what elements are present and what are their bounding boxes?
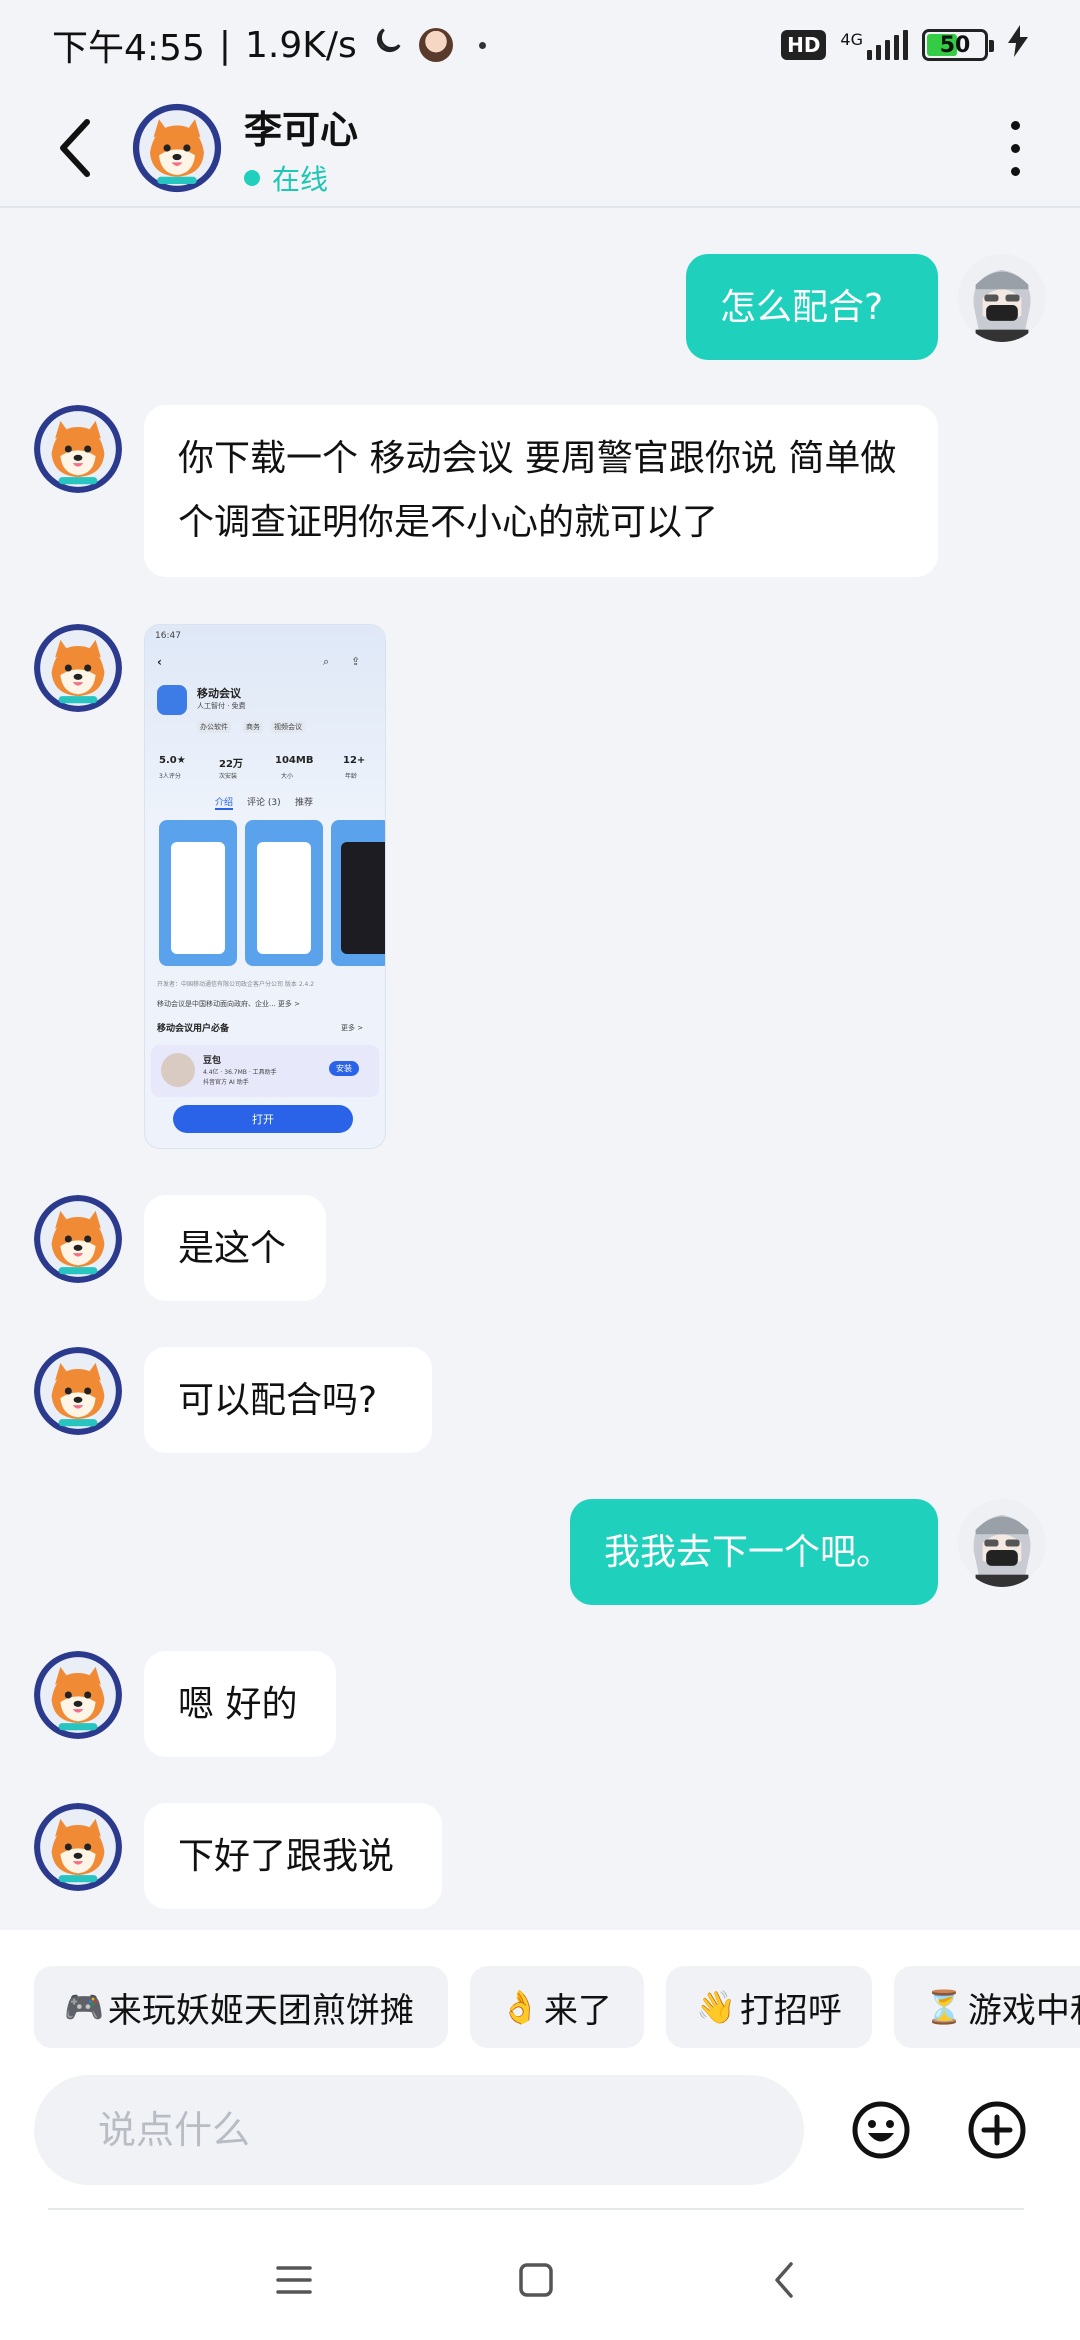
preview-screenshot: [331, 820, 385, 966]
preview-open-button: 打开: [173, 1105, 353, 1133]
status-separator: |: [218, 24, 231, 66]
preview-tag: 商务: [243, 721, 263, 733]
preview-screenshot: [159, 820, 237, 966]
preview-tag: 办公软件: [197, 721, 231, 733]
preview-tab: 介绍: [215, 795, 234, 810]
preview-rec-meta: 4.4亿 · 36.7MB · 工具助手: [203, 1069, 277, 1076]
waving-hand-icon: 👋: [696, 1988, 736, 2026]
preview-desc: 移动会议是中国移动面向政府、企业... 更多 >: [157, 1000, 300, 1008]
menu-button[interactable]: [264, 2250, 324, 2310]
home-button[interactable]: [506, 2250, 566, 2310]
back-button[interactable]: [40, 113, 110, 183]
quick-reply-bar: 🎮 来玩妖姬天团煎饼摊 👌 来了 👋 打招呼 ⏳ 游戏中和: [0, 1930, 1080, 2050]
preview-tag: 视频会议: [271, 721, 305, 733]
preview-install-button: 安装: [329, 1061, 359, 1076]
status-bar: 下午4:55 | 1.9K/s HD 4G 50: [0, 0, 1080, 90]
preview-rec-desc: 抖音官方 AI 助手: [203, 1079, 249, 1086]
quick-reply-chip[interactable]: 🎮 来玩妖姬天团煎饼摊: [34, 1966, 448, 2048]
preview-app-icon: [157, 685, 187, 715]
preview-section-title: 移动会议用户必备: [157, 1024, 230, 1034]
quick-reply-label: 游戏中和: [967, 1990, 1080, 2031]
ok-hand-icon: 👌: [500, 1988, 540, 2026]
battery-level: 50: [939, 32, 971, 58]
notification-dot-icon: [478, 41, 486, 49]
hd-badge: HD: [781, 30, 827, 60]
preview-share-icon: ⇪: [351, 655, 361, 668]
message-bubble-received[interactable]: 你下载一个 移动会议 要周警官跟你说 简单做个调查证明你是不小心的就可以了: [144, 405, 938, 577]
contact-avatar[interactable]: [132, 103, 222, 193]
contact-avatar-message[interactable]: [34, 1347, 122, 1435]
preview-stat-label: 次安装: [219, 773, 238, 780]
my-avatar[interactable]: [958, 1499, 1046, 1587]
add-button[interactable]: [964, 2097, 1030, 2163]
preview-tab: 评论 (3): [247, 798, 281, 808]
contact-avatar-message[interactable]: [34, 1195, 122, 1283]
system-nav-bar: [0, 2210, 1080, 2340]
hourglass-icon: ⏳: [924, 1988, 964, 2026]
contact-avatar-message[interactable]: [34, 1651, 122, 1739]
quick-reply-label: 来玩妖姬天团煎饼摊: [107, 1990, 414, 2031]
menu-icon: [276, 2266, 312, 2294]
chat-header: 李可心 在线: [0, 90, 1080, 208]
quick-reply-chip[interactable]: 👋 打招呼: [666, 1966, 872, 2048]
preview-stat: 22万: [219, 759, 243, 770]
preview-app-sub: 人工智付 · 免费: [197, 702, 246, 710]
preview-time: 16:47: [155, 631, 181, 641]
preview-stat: 5.0★: [159, 755, 186, 766]
contact-name: 李可心: [244, 107, 359, 152]
message-bubble-received[interactable]: 可以配合吗?: [144, 1347, 432, 1453]
preview-stat-label: 大小: [281, 773, 294, 780]
quick-reply-label: 打招呼: [739, 1990, 842, 2031]
back-arrow-icon: [60, 119, 90, 177]
quick-reply-label: 来了: [543, 1990, 612, 2031]
quick-reply-chip[interactable]: 👌 来了: [470, 1966, 644, 2048]
my-avatar[interactable]: [958, 254, 1046, 342]
network-type: 4G: [840, 30, 863, 49]
notification-avatar-icon: [418, 28, 453, 62]
quick-reply-chip[interactable]: ⏳ 游戏中和: [894, 1966, 1080, 2048]
preview-rec-app: 豆包: [203, 1056, 222, 1066]
preview-back-icon: ‹: [157, 655, 162, 669]
online-status: 在线: [272, 162, 329, 196]
signal-indicator: 4G: [840, 30, 908, 60]
smiley-icon: [852, 2101, 910, 2159]
contact-avatar-message[interactable]: [34, 1803, 122, 1891]
battery-icon: 50: [922, 29, 994, 61]
message-bubble-sent[interactable]: 怎么配合?: [686, 254, 938, 360]
preview-search-icon: ⌕: [323, 655, 330, 668]
preview-section-more: 更多 >: [341, 1024, 364, 1032]
message-bubble-received[interactable]: 是这个: [144, 1195, 326, 1301]
message-input-row: [0, 2050, 1080, 2210]
preview-app-name: 移动会议: [197, 687, 241, 700]
signal-icon: [867, 30, 908, 60]
preview-tab: 推荐: [295, 798, 314, 808]
preview-stat: 12+: [343, 755, 366, 766]
image-message[interactable]: 16:47 ‹ ⌕ ⇪ 移动会议 人工智付 · 免费 办公软件 商务 视频会议 …: [144, 624, 386, 1149]
moon-icon: [371, 24, 405, 67]
preview-stat: 104MB: [275, 755, 314, 766]
home-square-icon: [519, 2263, 553, 2297]
preview-screenshot: [245, 820, 323, 966]
gamepad-icon: 🎮: [64, 1988, 104, 2026]
emoji-button[interactable]: [848, 2097, 914, 2163]
message-input[interactable]: [34, 2075, 804, 2185]
back-chevron-icon: [775, 2262, 793, 2298]
preview-stat-label: 年龄: [345, 773, 358, 780]
preview-rec-avatar: [161, 1053, 195, 1087]
contact-avatar-message[interactable]: [34, 624, 122, 712]
preview-stat-label: 3人评分: [159, 773, 181, 780]
online-dot-icon: [244, 169, 260, 186]
message-bubble-received[interactable]: 下好了跟我说: [144, 1803, 442, 1909]
message-bubble-received[interactable]: 嗯 好的: [144, 1651, 336, 1757]
charging-icon: [1008, 24, 1028, 66]
status-speed: 1.9K/s: [244, 24, 357, 66]
preview-developer: 开发者：中国移动通信有限公司政企客户分公司 版本 2.4.2: [157, 981, 315, 988]
system-back-button[interactable]: [754, 2250, 814, 2310]
plus-circle-icon: [968, 2101, 1026, 2159]
message-bubble-sent[interactable]: 我我去下一个吧。: [570, 1499, 938, 1605]
status-time: 下午4:55: [52, 28, 205, 69]
contact-avatar-message[interactable]: [34, 405, 122, 493]
more-options-button[interactable]: [990, 108, 1040, 188]
